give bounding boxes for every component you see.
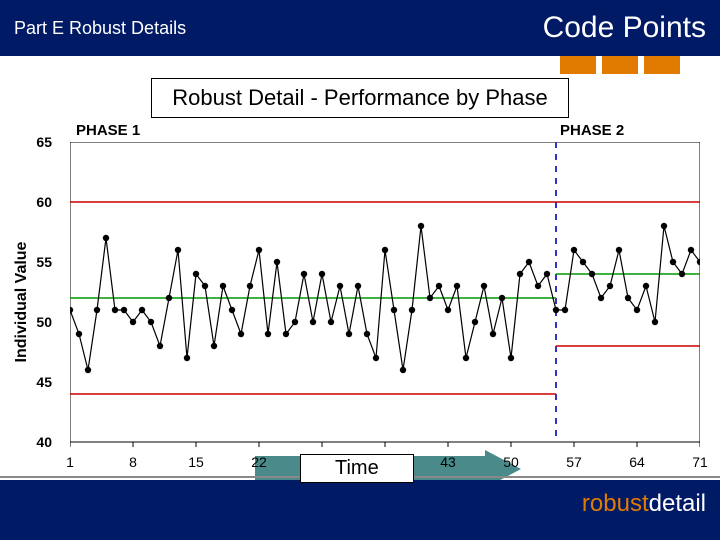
chart-title: Robust Detail - Performance by Phase xyxy=(151,78,568,118)
y-tick: 60 xyxy=(12,194,52,210)
brand-right: detail xyxy=(649,490,706,517)
y-tick: 55 xyxy=(12,254,52,270)
brand-logo: robustdetail xyxy=(582,490,706,518)
y-tick: 40 xyxy=(12,434,52,450)
x-tick: 15 xyxy=(181,454,211,470)
header-bar: Part E Robust Details Code Points xyxy=(0,0,720,56)
y-tick: 45 xyxy=(12,374,52,390)
y-tick: 65 xyxy=(12,134,52,150)
x-tick: 64 xyxy=(622,454,652,470)
y-tick: 50 xyxy=(12,314,52,330)
header-left-title: Part E Robust Details xyxy=(14,18,186,39)
x-tick: 71 xyxy=(685,454,715,470)
phase-2-label: PHASE 2 xyxy=(560,122,624,139)
x-axis-label: Time xyxy=(300,454,414,483)
chart-area: PHASE 1 PHASE 2 Individual Value Time 65… xyxy=(10,122,710,482)
phase-1-label: PHASE 1 xyxy=(76,122,140,139)
control-chart xyxy=(70,142,700,452)
x-tick: 57 xyxy=(559,454,589,470)
x-tick: 1 xyxy=(55,454,85,470)
x-tick: 22 xyxy=(244,454,274,470)
x-tick: 43 xyxy=(433,454,463,470)
header-right-title: Code Points xyxy=(543,11,706,45)
x-tick: 50 xyxy=(496,454,526,470)
accent-strip xyxy=(0,56,720,74)
x-tick: 8 xyxy=(118,454,148,470)
brand-left: robust xyxy=(582,490,649,517)
